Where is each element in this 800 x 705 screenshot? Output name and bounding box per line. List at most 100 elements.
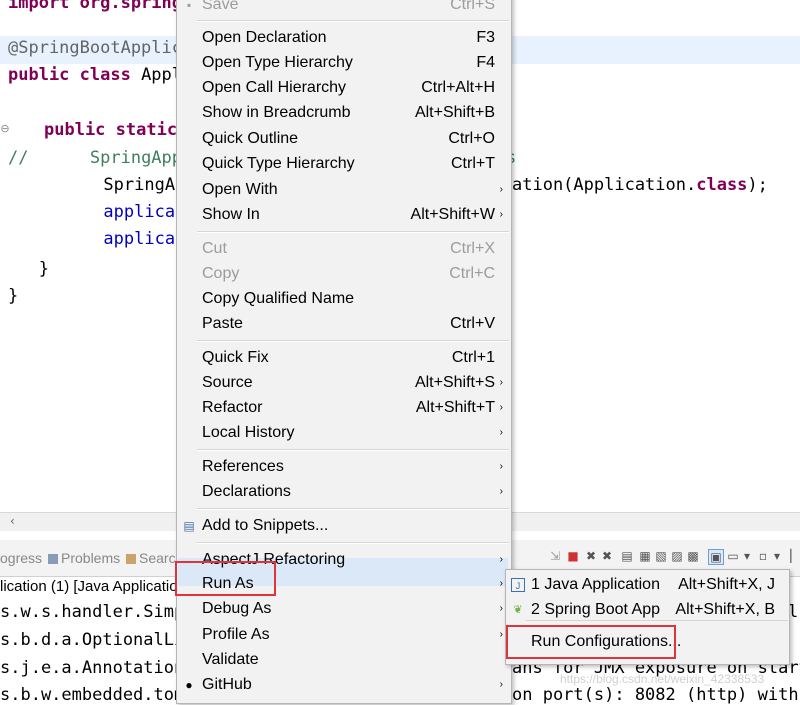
menu-shortcut: Ctrl+S bbox=[450, 0, 495, 13]
context-menu: ▪ Save Ctrl+S Open Declaration F3 Open T… bbox=[175, 0, 512, 704]
submenu-arrow-icon: › bbox=[499, 184, 503, 195]
code-line-class: public class Applic bbox=[8, 64, 202, 86]
menu-item-save[interactable]: ▪ Save Ctrl+S bbox=[177, 0, 511, 18]
console-line: s.j.e.a.AnnotationM bbox=[0, 658, 195, 678]
show-stdout-icon[interactable]: ▨ bbox=[670, 549, 684, 563]
menu-item-add-to-snippets[interactable]: ▤ Add to Snippets... bbox=[177, 514, 511, 539]
watermark: https://blog.csdn.net/weixin_42338533 bbox=[560, 672, 765, 686]
scroll-lock-icon[interactable]: ▤ bbox=[620, 549, 634, 563]
menu-shortcut: Ctrl+O bbox=[448, 130, 495, 147]
tab-progress[interactable]: ogress bbox=[0, 550, 42, 566]
menu-label: Cut bbox=[202, 240, 227, 257]
menu-shortcut: F4 bbox=[476, 54, 495, 71]
menu-item-cut[interactable]: Cut Ctrl+X bbox=[177, 237, 511, 262]
menu-item-open-type-hierarchy[interactable]: Open Type Hierarchy F4 bbox=[177, 51, 511, 76]
menu-label: Save bbox=[202, 0, 239, 13]
menu-label: Refactor bbox=[202, 399, 263, 416]
menu-item-quick-outline[interactable]: Quick Outline Ctrl+O bbox=[177, 127, 511, 152]
menu-item-refactor[interactable]: Refactor Alt+Shift+T › bbox=[177, 396, 511, 421]
show-stderr-icon[interactable]: ▩ bbox=[686, 549, 700, 563]
submenu-item-java-application[interactable]: J 1 Java Application Alt+Shift+X, J bbox=[506, 573, 789, 598]
menu-item-local-history[interactable]: Local History › bbox=[177, 421, 511, 446]
menu-item-paste[interactable]: Paste Ctrl+V bbox=[177, 312, 511, 337]
tab-label: Searc bbox=[139, 550, 176, 566]
menu-item-github[interactable]: ● GitHub › bbox=[177, 673, 511, 698]
menu-shortcut: Ctrl+Alt+H bbox=[421, 79, 495, 96]
menu-separator bbox=[197, 231, 509, 233]
submenu-label: 2 Spring Boot App bbox=[531, 601, 660, 618]
menu-label: Source bbox=[202, 374, 253, 391]
menu-label: Open With bbox=[202, 181, 278, 198]
clear-console-icon[interactable]: ▦ bbox=[638, 549, 652, 563]
display-console-icon[interactable]: ▭ bbox=[726, 549, 740, 563]
menu-item-validate[interactable]: Validate bbox=[177, 648, 511, 673]
open-console-icon[interactable]: ▫ bbox=[756, 549, 770, 563]
menu-item-debug-as[interactable]: Debug As › bbox=[177, 597, 511, 622]
code-line-brace-inner: } bbox=[8, 259, 49, 279]
submenu-arrow-icon: › bbox=[499, 402, 503, 413]
menu-shortcut: Alt+Shift+W bbox=[410, 206, 495, 223]
menu-shortcut: F3 bbox=[476, 29, 495, 46]
menu-item-quick-fix[interactable]: Quick Fix Ctrl+1 bbox=[177, 346, 511, 371]
menu-shortcut: Ctrl+1 bbox=[451, 349, 495, 366]
terminate-icon[interactable]: ■ bbox=[566, 549, 580, 563]
spring-leaf-icon: ❦ bbox=[513, 604, 523, 616]
tab-search[interactable]: Searc bbox=[126, 550, 176, 566]
menu-label: Add to Snippets... bbox=[202, 517, 329, 534]
run-configurations-annotation-box bbox=[506, 625, 676, 659]
menu-label: Copy Qualified Name bbox=[202, 290, 355, 307]
chevron-down-icon[interactable]: ▾ bbox=[770, 549, 784, 563]
view-menu-icon[interactable]: ▏ bbox=[788, 549, 800, 563]
menu-separator bbox=[526, 620, 788, 621]
submenu-arrow-icon: › bbox=[499, 603, 503, 614]
submenu-label: 1 Java Application bbox=[531, 576, 660, 593]
menu-label: Quick Fix bbox=[202, 349, 269, 366]
code-line-annotation: @SpringBootApplicat bbox=[8, 38, 203, 58]
menu-item-quick-type-hierarchy[interactable]: Quick Type Hierarchy Ctrl+T bbox=[177, 152, 511, 177]
tab-problems[interactable]: Problems bbox=[48, 550, 120, 566]
run-as-annotation-box bbox=[175, 561, 276, 596]
remove-launch-icon[interactable]: ✖ bbox=[584, 549, 598, 563]
submenu-arrow-icon: › bbox=[499, 554, 503, 565]
menu-separator bbox=[197, 20, 509, 22]
fold-marker-icon[interactable]: ⊖ bbox=[0, 122, 10, 135]
submenu-arrow-icon: › bbox=[499, 461, 503, 472]
menu-item-show-in-breadcrumb[interactable]: Show in Breadcrumb Alt+Shift+B bbox=[177, 101, 511, 126]
menu-label: Paste bbox=[202, 315, 243, 332]
menu-separator bbox=[197, 340, 509, 342]
menu-item-copy[interactable]: Copy Ctrl+C bbox=[177, 262, 511, 287]
menu-shortcut: Ctrl+T bbox=[451, 155, 495, 172]
submenu-arrow-icon: › bbox=[499, 377, 503, 388]
disk-icon: ▪ bbox=[186, 0, 192, 12]
menu-item-open-with[interactable]: Open With › bbox=[177, 178, 511, 203]
menu-item-references[interactable]: References › bbox=[177, 455, 511, 480]
menu-separator bbox=[197, 449, 509, 451]
scroll-left-arrow-icon[interactable]: ‹ bbox=[10, 514, 15, 528]
menu-shortcut: Alt+Shift+T bbox=[415, 399, 495, 416]
menu-label: Show in Breadcrumb bbox=[202, 104, 351, 121]
menu-item-copy-qualified-name[interactable]: Copy Qualified Name bbox=[177, 287, 511, 312]
submenu-shortcut: Alt+Shift+X, B bbox=[675, 601, 775, 618]
menu-item-source[interactable]: Source Alt+Shift+S › bbox=[177, 371, 511, 396]
menu-label: Copy bbox=[202, 265, 240, 282]
menu-item-open-declaration[interactable]: Open Declaration F3 bbox=[177, 26, 511, 51]
menu-item-show-in[interactable]: Show In Alt+Shift+W › bbox=[177, 203, 511, 228]
menu-item-open-call-hierarchy[interactable]: Open Call Hierarchy Ctrl+Alt+H bbox=[177, 76, 511, 101]
menu-item-profile-as[interactable]: Profile As › bbox=[177, 623, 511, 648]
console-line: s.b.d.a.OptionalLiv bbox=[0, 630, 195, 650]
submenu-arrow-icon: › bbox=[499, 427, 503, 438]
code-text: import org.springfr bbox=[8, 0, 203, 13]
menu-label: Profile As bbox=[202, 626, 270, 643]
code-line-method: public static v bbox=[44, 119, 198, 141]
menu-shortcut: Ctrl+X bbox=[450, 240, 495, 257]
word-wrap-icon[interactable]: ▧ bbox=[654, 549, 668, 563]
submenu-shortcut: Alt+Shift+X, J bbox=[678, 576, 775, 593]
code-line-comment: // SpringAppli bbox=[8, 147, 202, 169]
chevron-down-icon[interactable]: ▾ bbox=[740, 549, 754, 563]
pin-icon[interactable]: ⇲ bbox=[548, 549, 562, 563]
menu-item-declarations[interactable]: Declarations › bbox=[177, 480, 511, 505]
menu-separator bbox=[197, 542, 509, 544]
pin-console-icon[interactable]: ▣ bbox=[708, 549, 724, 565]
menu-shortcut: Ctrl+V bbox=[450, 315, 495, 332]
remove-all-icon[interactable]: ✖ bbox=[600, 549, 614, 563]
